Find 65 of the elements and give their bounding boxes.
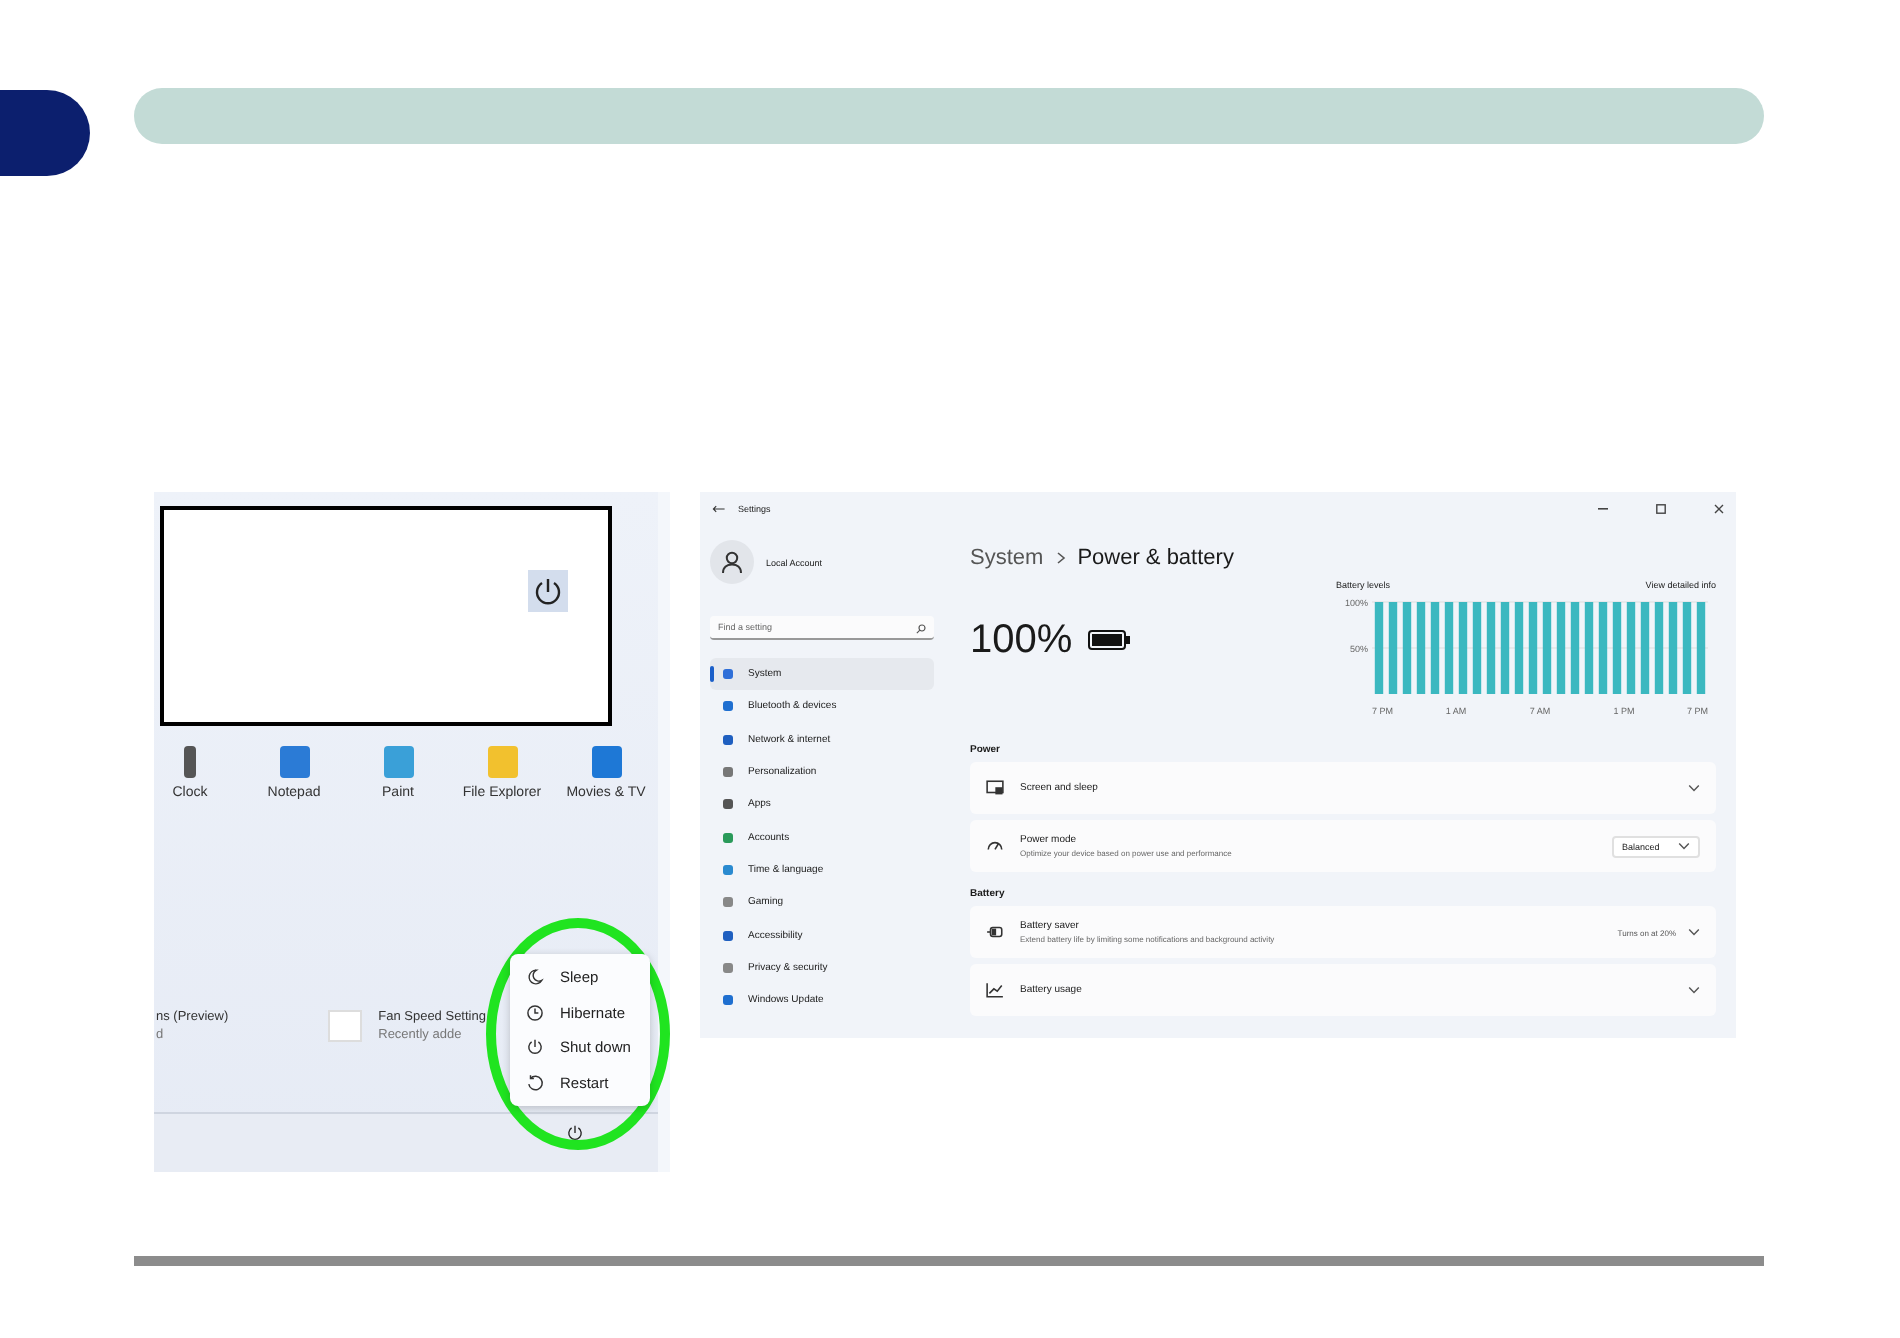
battery-bar [1696, 602, 1706, 694]
battery-bar [1584, 602, 1594, 694]
nav-icon [722, 668, 734, 681]
battery-bar [1542, 602, 1552, 694]
power-icon [526, 1038, 544, 1057]
chevron-right-icon [1055, 552, 1066, 564]
nav-icon [722, 863, 734, 876]
battery-percentage: 100% [970, 617, 1073, 663]
battery-bar [1416, 602, 1426, 694]
battery-bar [1598, 602, 1608, 694]
nav-icon [722, 896, 734, 909]
battery-bar [1668, 602, 1678, 694]
battery-bar [1626, 602, 1636, 694]
close-icon[interactable] [1714, 503, 1724, 513]
battery-bar [1402, 602, 1412, 694]
battery-bar [1654, 602, 1664, 694]
app-icon[interactable] [279, 746, 309, 778]
nav-icon [722, 700, 734, 713]
battery-bar [1682, 602, 1692, 694]
line-chart-icon [986, 982, 1004, 998]
battery-bar [1486, 602, 1496, 694]
avatar-icon [710, 540, 754, 584]
search-icon [916, 623, 926, 633]
battery-bar [1388, 602, 1398, 694]
restart-icon [526, 1073, 544, 1092]
nav-icon [722, 733, 734, 746]
nav-icon [722, 798, 734, 811]
chevron-down-icon [1678, 842, 1690, 850]
battery-bar [1640, 602, 1650, 694]
app-icon[interactable] [591, 746, 621, 778]
clock-icon [526, 1003, 544, 1022]
moon-icon [526, 968, 544, 987]
chevron-down-icon[interactable] [1688, 986, 1700, 994]
back-arrow-icon[interactable] [712, 503, 726, 513]
battery-bar [1374, 602, 1384, 694]
battery-leaf-icon [986, 924, 1004, 940]
nav-icon [722, 929, 734, 942]
power-icon [566, 1124, 584, 1142]
power-icon [532, 575, 564, 607]
app-icon[interactable] [184, 746, 196, 778]
chevron-down-icon[interactable] [1688, 784, 1700, 792]
nav-icon [722, 961, 734, 974]
maximize-icon[interactable] [1656, 503, 1666, 513]
app-icon[interactable] [383, 746, 413, 778]
battery-bar [1556, 602, 1566, 694]
breadcrumb-parent[interactable]: System [970, 546, 1044, 570]
nav-icon [722, 831, 734, 844]
page-title: Power & battery [1077, 546, 1234, 570]
battery-bar [1528, 602, 1538, 694]
battery-bar [1500, 602, 1510, 694]
power-button[interactable] [528, 570, 568, 612]
battery-bar [1472, 602, 1482, 694]
battery-bar [1514, 602, 1524, 694]
gauge-icon [986, 838, 1004, 854]
nav-icon [722, 766, 734, 779]
monitor-icon [986, 780, 1004, 796]
battery-bar [1444, 602, 1454, 694]
nav-icon [722, 994, 734, 1007]
battery-icon [1088, 630, 1131, 650]
battery-bar [1458, 602, 1468, 694]
battery-bar [1430, 602, 1440, 694]
minimize-icon[interactable] [1598, 507, 1608, 509]
battery-bar [1570, 602, 1580, 694]
chevron-down-icon[interactable] [1688, 928, 1700, 936]
battery-bar [1612, 602, 1622, 694]
